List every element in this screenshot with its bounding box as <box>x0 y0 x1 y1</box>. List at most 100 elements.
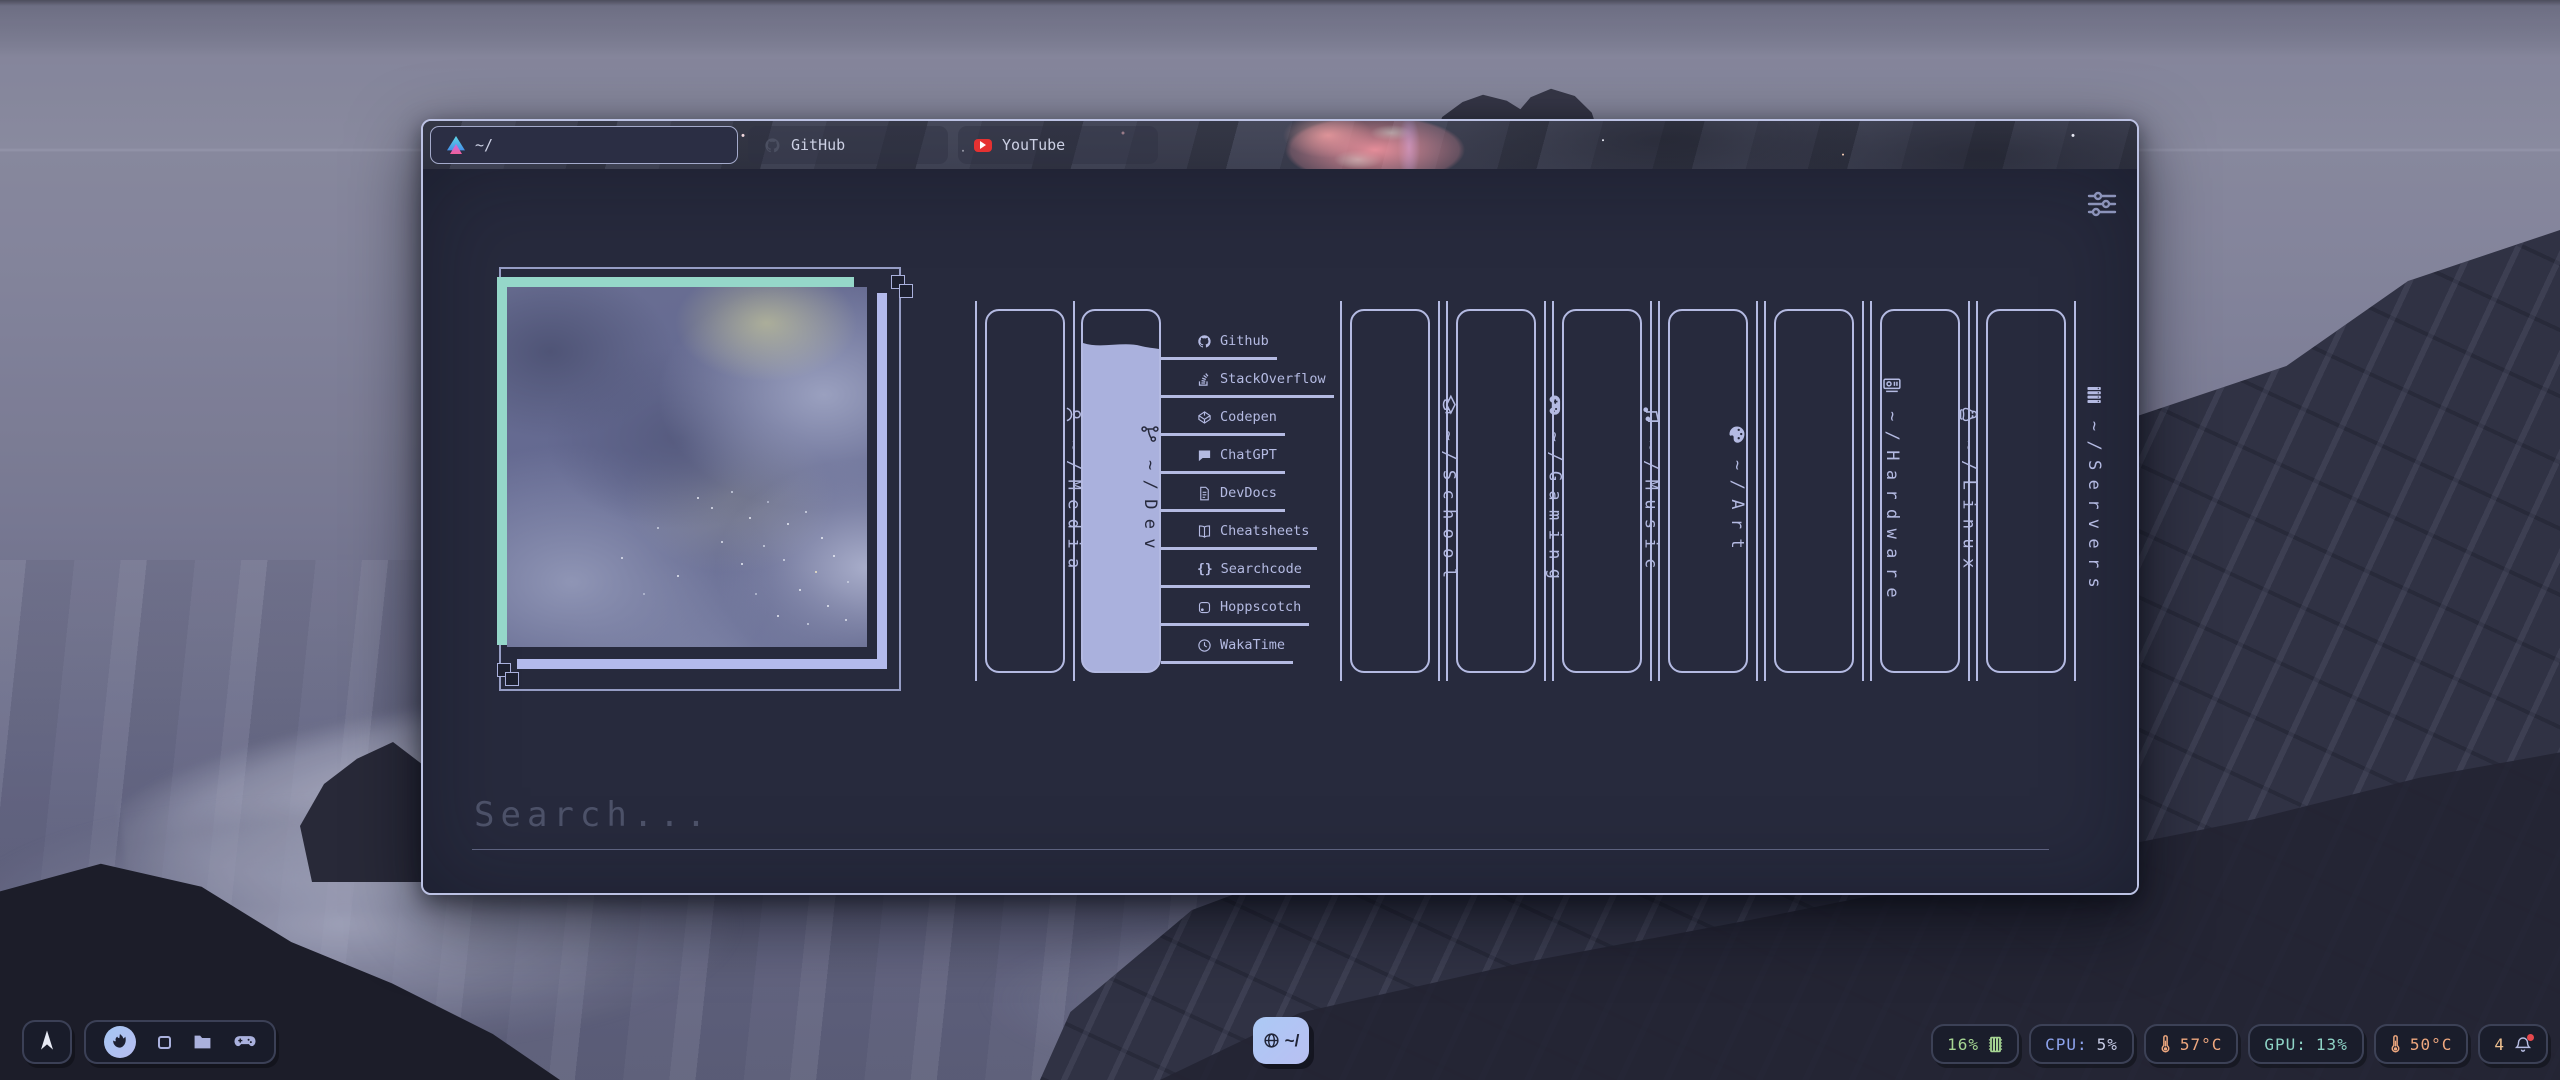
book-slot-school: ~/School <box>1340 301 1440 681</box>
gpu-label: GPU: <box>2264 1035 2307 1054</box>
book-slot-servers: ~/Servers <box>1976 301 2076 681</box>
book-slot-linux: ~/Linux <box>1870 301 1970 681</box>
notifications-count: 4 <box>2494 1035 2505 1054</box>
link-devdocs[interactable]: DevDocs <box>1161 485 1285 512</box>
notifications-module[interactable]: 4 <box>2478 1024 2548 1064</box>
chat-bubble-icon <box>1197 448 1212 463</box>
book-hardware[interactable]: ~/Hardware <box>1774 309 1854 673</box>
gpu-temp-value: 50°C <box>2410 1035 2453 1054</box>
book-servers-spine: ~/Servers <box>2084 385 2104 597</box>
book-slot-art: ~/Art <box>1658 301 1758 681</box>
search-input[interactable] <box>472 795 2049 850</box>
tab-github[interactable]: GitHub <box>748 126 948 164</box>
corner-handle <box>505 672 519 686</box>
bookshelf: ~/Media ~/Dev <box>975 301 2076 681</box>
book-slot-hardware: ~/Hardware <box>1764 301 1864 681</box>
link-cheatsheets[interactable]: Cheatsheets <box>1161 523 1317 550</box>
book-slot-dev: ~/Dev Github StackOverflow <box>1081 301 1334 681</box>
link-stackoverflow[interactable]: StackOverflow <box>1161 371 1334 398</box>
book-slot-music: ~/Music <box>1552 301 1652 681</box>
clock-icon <box>1197 638 1212 653</box>
status-bar: ~/ 16% CPU: 5% 57°C GPU: 13% 50°C 4 <box>0 1008 2560 1080</box>
corner-handle <box>899 284 913 298</box>
desktop: { "window": { "tabs": [ { "label": "~/",… <box>0 0 2560 1080</box>
memory-module[interactable]: 16% <box>1931 1024 2019 1064</box>
artwork-stars <box>697 497 699 499</box>
server-rack-icon <box>2084 385 2104 405</box>
link-wakatime[interactable]: WakaTime <box>1161 637 1293 664</box>
tab-youtube[interactable]: YouTube <box>958 126 1158 164</box>
window-app-button[interactable] <box>158 1036 171 1049</box>
tab-bar: ~/ GitHub YouTube <box>423 121 2137 169</box>
link-chatgpt[interactable]: ChatGPT <box>1161 447 1285 474</box>
cpu-temp-module[interactable]: 57°C <box>2144 1024 2239 1064</box>
book-music-spine: ~/Music <box>1640 404 1660 577</box>
github-icon <box>1197 334 1212 349</box>
cpu-label: CPU: <box>2045 1035 2088 1054</box>
link-hoppscotch[interactable]: Hoppscotch <box>1161 599 1309 626</box>
artwork-frame <box>507 289 897 691</box>
book-dev-spine: ~/Dev <box>1140 424 1160 558</box>
hoppscotch-icon <box>1197 600 1212 615</box>
book-gaming[interactable]: ~/Gaming <box>1456 309 1536 673</box>
arrow-up-icon <box>37 1030 57 1054</box>
book-linux-spine: ~/Linux <box>1958 404 1978 577</box>
braces-icon: {} <box>1197 562 1213 577</box>
cpu-module[interactable]: CPU: 5% <box>2029 1024 2134 1064</box>
startpage-content: ~/Media ~/Dev <box>423 169 2137 895</box>
sliders-icon[interactable] <box>2087 191 2117 217</box>
folder-app-button[interactable] <box>193 1034 212 1050</box>
taskbar-left <box>22 1020 276 1064</box>
palette-icon <box>1727 424 1747 444</box>
book-slot-media: ~/Media <box>975 301 1075 681</box>
gpu-temp-module[interactable]: 50°C <box>2374 1024 2469 1064</box>
book-media[interactable]: ~/Media <box>985 309 1065 673</box>
link-searchcode[interactable]: {} Searchcode <box>1161 561 1310 588</box>
firefox-app-button[interactable] <box>104 1026 136 1058</box>
link-github[interactable]: Github <box>1161 333 1277 360</box>
cpu-value: 5% <box>2097 1035 2118 1054</box>
bell-icon <box>2514 1035 2532 1053</box>
workspace-label: ~/ <box>1285 1031 1300 1051</box>
book-linux[interactable]: ~/Linux <box>1880 309 1960 673</box>
workspace-indicator[interactable]: ~/ <box>1253 1017 1309 1064</box>
notification-dot <box>2527 1034 2534 1041</box>
tab-github-label: GitHub <box>791 136 845 154</box>
globe-icon <box>1263 1032 1280 1049</box>
taskbar-center: ~/ <box>1253 1017 1309 1064</box>
book-school[interactable]: ~/School <box>1350 309 1430 673</box>
github-favicon-icon <box>764 137 781 154</box>
memory-value: 16% <box>1947 1035 1979 1054</box>
dev-links: Github StackOverflow Codepen ChatGP <box>1161 333 1334 664</box>
gpu-module[interactable]: GPU: 13% <box>2248 1024 2363 1064</box>
link-codepen[interactable]: Codepen <box>1161 409 1285 436</box>
book-dev[interactable]: ~/Dev <box>1081 309 1161 673</box>
book-slot-gaming: ~/Gaming <box>1446 301 1546 681</box>
main-row: ~/Media ~/Dev <box>423 169 2137 691</box>
book-art-spine: ~/Art <box>1727 424 1747 558</box>
launcher-button[interactable] <box>22 1020 72 1064</box>
music-note-icon <box>1640 404 1660 424</box>
cpu-temp-value: 57°C <box>2180 1035 2223 1054</box>
git-branch-icon <box>1140 424 1160 444</box>
tab-home[interactable]: ~/ <box>430 126 738 164</box>
book-art[interactable]: ~/Art <box>1668 309 1748 673</box>
thermometer-icon <box>2390 1035 2401 1053</box>
browser-window: ~/ GitHub YouTube <box>421 119 2139 895</box>
ram-icon <box>1988 1036 2003 1053</box>
stackoverflow-icon <box>1197 372 1212 387</box>
tab-home-label: ~/ <box>475 136 493 154</box>
tux-icon <box>1958 404 1978 424</box>
app-dock <box>84 1020 276 1064</box>
document-icon <box>1197 486 1212 501</box>
thermometer-icon <box>2160 1035 2171 1053</box>
gamepad-app-button[interactable] <box>234 1035 256 1050</box>
book-dev-notch <box>1083 311 1159 341</box>
book-servers[interactable]: ~/Servers <box>1986 309 2066 673</box>
codepen-icon <box>1197 410 1212 425</box>
youtube-favicon-icon <box>974 139 992 152</box>
tab-youtube-label: YouTube <box>1002 136 1065 154</box>
book-music[interactable]: ~/Music <box>1562 309 1642 673</box>
search-bar <box>472 795 2049 850</box>
zen-browser-logo-icon <box>447 136 465 154</box>
